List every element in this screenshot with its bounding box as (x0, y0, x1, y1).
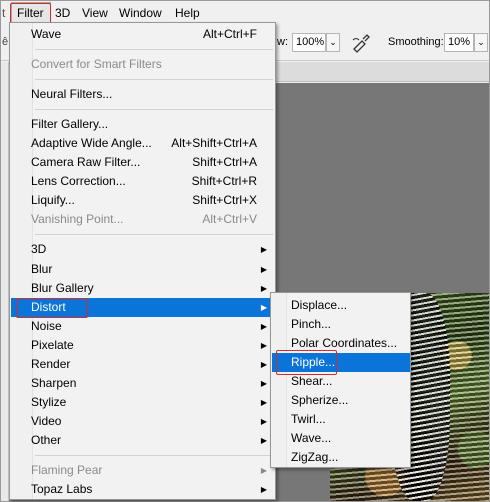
last-filter-label: Wave (31, 27, 62, 41)
airbrush-icon[interactable] (350, 32, 372, 54)
submenu-arrow-icon: ▶ (260, 284, 267, 293)
submenu-item-pinch[interactable]: Pinch... (272, 315, 410, 334)
annotation-distort-box (16, 298, 88, 318)
vanishing-point-label: Vanishing Point... (31, 212, 124, 226)
submenu-arrow-icon: ▶ (260, 379, 267, 388)
annotation-ripple-box (276, 350, 337, 375)
menu-3d[interactable]: 3D (55, 6, 70, 20)
menu-help[interactable]: Help (175, 6, 200, 20)
submenu-item-wave[interactable]: Wave... (272, 429, 410, 448)
submenu-arrow-icon: ▶ (260, 360, 267, 369)
menu-item-adaptive-wide-angle[interactable]: Adaptive Wide Angle... Alt+Shift+Ctrl+A (11, 134, 275, 153)
menu-item-pixelate[interactable]: Pixelate ▶ (11, 336, 275, 355)
blur-gallery-label: Blur Gallery (31, 281, 94, 295)
submenu-arrow-icon: ▶ (260, 466, 267, 475)
flow-field[interactable]: 100% (292, 33, 326, 52)
menu-item-video[interactable]: Video ▶ (11, 412, 275, 431)
menu-item-filter-gallery[interactable]: Filter Gallery... (11, 115, 275, 134)
menu-item-topaz-labs[interactable]: Topaz Labs ▶ (11, 480, 275, 499)
menu-view[interactable]: View (82, 6, 108, 20)
menu-item-noise[interactable]: Noise ▶ (11, 317, 275, 336)
smoothing-field[interactable]: 10% (444, 33, 474, 52)
stylize-label: Stylize (31, 395, 67, 409)
topaz-labs-label: Topaz Labs (31, 482, 93, 496)
menu-item-neural-filters[interactable]: Neural Filters... (11, 85, 275, 104)
render-label: Render (31, 357, 71, 371)
menu-item-stylize[interactable]: Stylize ▶ (11, 393, 275, 412)
camera-raw-label: Camera Raw Filter... (31, 155, 141, 169)
menu-item-render[interactable]: Render ▶ (11, 355, 275, 374)
lens-correction-label: Lens Correction... (31, 174, 126, 188)
menu-item-camera-raw[interactable]: Camera Raw Filter... Shift+Ctrl+A (11, 153, 275, 172)
menubar-cut-item[interactable]: t (2, 6, 5, 20)
other-label: Other (31, 433, 62, 447)
brush-mode-stub[interactable]: ê (2, 36, 8, 49)
menu-item-vanishing-point[interactable]: Vanishing Point... Alt+Ctrl+V (11, 210, 275, 229)
menu-item-last-filter[interactable]: Wave Alt+Ctrl+F (11, 25, 275, 44)
3d-label: 3D (31, 242, 47, 256)
submenu-arrow-icon: ▶ (260, 303, 267, 312)
menu-item-other[interactable]: Other ▶ (11, 431, 275, 450)
submenu-arrow-icon: ▶ (260, 436, 267, 445)
menu-item-liquify[interactable]: Liquify... Shift+Ctrl+X (11, 191, 275, 210)
flaming-pear-label: Flaming Pear (31, 463, 103, 477)
menu-item-blur-gallery[interactable]: Blur Gallery ▶ (11, 279, 275, 298)
smoothing-dropdown[interactable]: ⌄ (474, 33, 488, 52)
submenu-item-displace[interactable]: Displace... (272, 296, 410, 315)
submenu-arrow-icon: ▶ (260, 485, 267, 494)
liquify-shortcut: Shift+Ctrl+X (192, 193, 257, 207)
submenu-arrow-icon: ▶ (260, 265, 267, 274)
submenu-item-zigzag[interactable]: ZigZag... (272, 448, 410, 467)
toolbar-strip (1, 62, 9, 501)
vanishing-point-shortcut: Alt+Ctrl+V (202, 212, 257, 226)
submenu-item-twirl[interactable]: Twirl... (272, 410, 410, 429)
noise-label: Noise (31, 319, 62, 333)
submenu-arrow-icon: ▶ (260, 245, 267, 254)
menu-separator (35, 234, 273, 235)
menu-item-blur[interactable]: Blur ▶ (11, 260, 275, 279)
lens-correction-shortcut: Shift+Ctrl+R (191, 174, 257, 188)
menu-item-3d[interactable]: 3D ▶ (11, 240, 275, 259)
blur-label: Blur (31, 262, 53, 276)
menu-item-convert-smart-filters[interactable]: Convert for Smart Filters (11, 55, 275, 74)
flow-dropdown[interactable]: ⌄ (326, 33, 340, 52)
menu-separator (35, 109, 273, 110)
distort-submenu: Displace... Pinch... Polar Coordinates..… (270, 292, 411, 468)
menu-item-flaming-pear[interactable]: Flaming Pear ▶ (11, 461, 275, 480)
adaptive-wide-angle-shortcut: Alt+Shift+Ctrl+A (171, 136, 257, 150)
smoothing-label: Smoothing: (388, 36, 444, 48)
menu-item-lens-correction[interactable]: Lens Correction... Shift+Ctrl+R (11, 172, 275, 191)
video-label: Video (31, 414, 62, 428)
adaptive-wide-angle-label: Adaptive Wide Angle... (31, 136, 152, 150)
submenu-arrow-icon: ▶ (260, 417, 267, 426)
filter-gallery-label: Filter Gallery... (31, 117, 109, 131)
flow-label: w: (277, 36, 288, 48)
liquify-label: Liquify... (31, 193, 75, 207)
submenu-arrow-icon: ▶ (260, 398, 267, 407)
submenu-item-spherize[interactable]: Spherize... (272, 391, 410, 410)
menu-separator (35, 455, 273, 456)
menu-item-sharpen[interactable]: Sharpen ▶ (11, 374, 275, 393)
menu-separator (35, 49, 273, 50)
camera-raw-shortcut: Shift+Ctrl+A (192, 155, 257, 169)
menu-window[interactable]: Window (119, 6, 162, 20)
menu-separator (35, 79, 273, 80)
filter-menu: Wave Alt+Ctrl+F Convert for Smart Filter… (9, 22, 276, 500)
sharpen-label: Sharpen (31, 376, 77, 390)
submenu-arrow-icon: ▶ (260, 341, 267, 350)
pixelate-label: Pixelate (31, 338, 74, 352)
submenu-arrow-icon: ▶ (260, 322, 267, 331)
last-filter-shortcut: Alt+Ctrl+F (202, 27, 257, 41)
